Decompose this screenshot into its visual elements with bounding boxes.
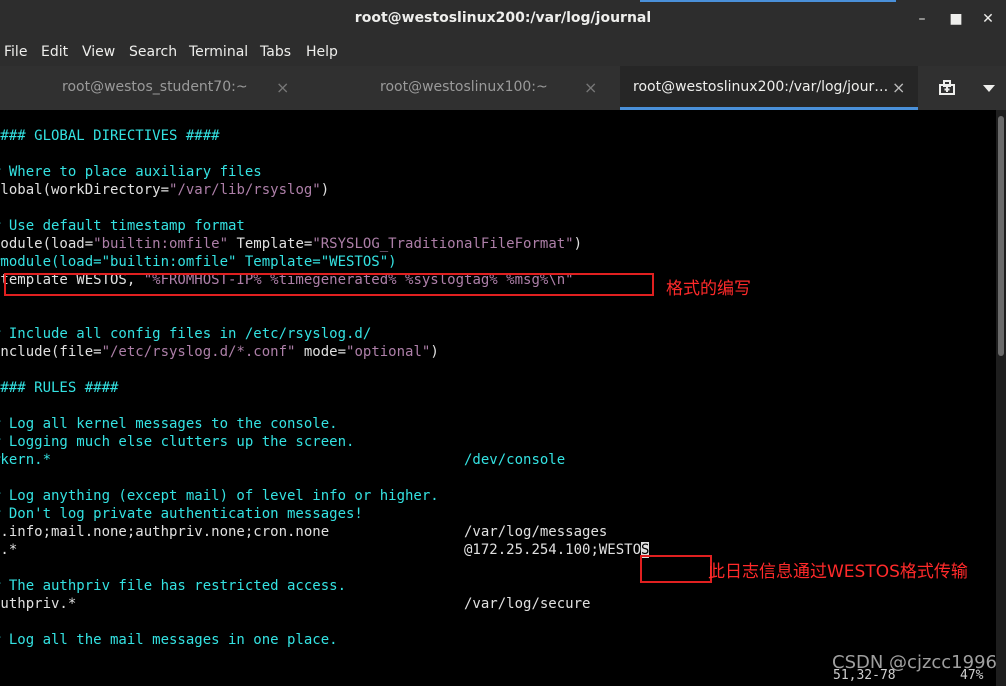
terminal-text: # Log all the mail messages in one place… bbox=[0, 632, 338, 648]
terminal-line: # The authpriv file has restricted acces… bbox=[0, 577, 346, 595]
terminal-text: # Logging much else clutters up the scre… bbox=[0, 434, 355, 450]
terminal-line: #kern.* /dev/console bbox=[0, 451, 565, 469]
terminal-text: "/etc/rsyslog.d/*.conf" bbox=[101, 344, 296, 360]
menu-search[interactable]: Search bbox=[129, 44, 177, 60]
terminal-line: #### RULES #### bbox=[0, 379, 118, 397]
terminal-text: global(workDirectory= bbox=[0, 182, 170, 198]
terminal-text: # Use default timestamp format bbox=[0, 218, 245, 234]
terminal-text: # Log anything (except mail) of level in… bbox=[0, 488, 439, 504]
terminal-text: module(load= bbox=[0, 236, 94, 252]
terminal-text: "/var/lib/rsyslog" bbox=[169, 182, 321, 198]
terminal-line: # Log all the mail messages in one place… bbox=[0, 631, 338, 649]
terminal-text: ) bbox=[430, 344, 439, 360]
terminal-text: # The authpriv file has restricted acces… bbox=[0, 578, 347, 594]
terminal-line: # Where to place auxiliary files bbox=[0, 163, 262, 181]
terminal-text: authpriv.* /var/log/secure bbox=[0, 596, 591, 612]
close-icon[interactable]: ✕ bbox=[979, 10, 997, 28]
new-tab-icon[interactable] bbox=[938, 66, 958, 110]
terminal-line: *.info;mail.none;authpriv.none;cron.none… bbox=[0, 523, 607, 541]
tab-close-icon[interactable]: × bbox=[276, 78, 289, 97]
terminal-view[interactable]: #### GLOBAL DIRECTIVES #### # Where to pl… bbox=[0, 110, 996, 686]
template-highlight-box bbox=[4, 273, 654, 296]
menu-tabs[interactable]: Tabs bbox=[260, 44, 291, 60]
tab-westoslinux100[interactable]: root@westoslinux100:~ × bbox=[310, 66, 620, 110]
terminal-text: "optional" bbox=[346, 344, 431, 360]
tab-label: root@westos_student70:~ bbox=[62, 79, 248, 95]
terminal-text: ) bbox=[573, 236, 583, 252]
terminal-text: "RSYSLOG_TraditionalFileFormat" bbox=[312, 236, 574, 252]
tab-label: root@westoslinux200:/var/log/jour… bbox=[633, 79, 889, 95]
minimize-icon[interactable]: – bbox=[913, 10, 931, 28]
terminal-line: # Include all config files in /etc/rsysl… bbox=[0, 325, 371, 343]
terminal-line: # Use default timestamp format bbox=[0, 217, 245, 235]
terminal-line: # Log all kernel messages to the console… bbox=[0, 415, 338, 433]
terminal-line: # Log anything (except mail) of level in… bbox=[0, 487, 439, 505]
tab-label: root@westoslinux100:~ bbox=[380, 79, 548, 95]
terminal-line: authpriv.* /var/log/secure bbox=[0, 595, 590, 613]
terminal-text: # Don't log private authentication messa… bbox=[0, 506, 363, 522]
terminal-text: Template= bbox=[228, 236, 313, 252]
tab-close-icon[interactable]: × bbox=[584, 78, 597, 97]
menu-view[interactable]: View bbox=[82, 44, 115, 60]
titlebar-accent bbox=[640, 0, 896, 2]
terminal-line: # Don't log private authentication messa… bbox=[0, 505, 363, 523]
menu-help[interactable]: Help bbox=[306, 44, 338, 60]
terminal-text: # Log all kernel messages to the console… bbox=[0, 416, 338, 432]
terminal-text: #### RULES #### bbox=[0, 380, 119, 396]
terminal-text: # Include all config files in /etc/rsysl… bbox=[0, 326, 372, 342]
terminal-line: # Logging much else clutters up the scre… bbox=[0, 433, 354, 451]
terminal-text: include(file= bbox=[0, 344, 102, 360]
terminal-text: mode= bbox=[295, 344, 347, 360]
scroll-percent: 47% bbox=[960, 668, 984, 683]
menu-bar: File Edit View Search Terminal Tabs Help bbox=[0, 38, 1006, 66]
terminal-text: #kern.* /dev/console bbox=[0, 452, 566, 468]
template-annotation: 格式的编写 bbox=[666, 279, 751, 299]
cursor-position: 51,32-78 bbox=[833, 668, 896, 683]
menu-file[interactable]: File bbox=[4, 44, 27, 60]
window-title: root@westoslinux200:/var/log/journal bbox=[354, 10, 652, 26]
terminal-line: #module(load="builtin:omfile" Template="… bbox=[0, 253, 397, 271]
terminal-text: #module(load="builtin:omfile" Template="… bbox=[0, 254, 397, 270]
tab-westoslinux200[interactable]: root@westoslinux200:/var/log/jour… × bbox=[620, 66, 918, 110]
terminal-line: module(load="builtin:omfile" Template="R… bbox=[0, 235, 582, 253]
terminal-text: *.info;mail.none;authpriv.none;cron.none… bbox=[0, 524, 608, 540]
westos-highlight-box bbox=[640, 555, 712, 583]
scrollbar[interactable] bbox=[996, 110, 1006, 686]
chevron-down-icon[interactable] bbox=[980, 66, 1000, 110]
tab-close-icon[interactable]: × bbox=[892, 78, 905, 97]
menu-edit[interactable]: Edit bbox=[41, 44, 68, 60]
terminal-line: include(file="/etc/rsyslog.d/*.conf" mod… bbox=[0, 343, 439, 361]
maximize-icon[interactable]: ■ bbox=[947, 10, 965, 28]
terminal-text: #### GLOBAL DIRECTIVES #### bbox=[0, 128, 220, 144]
scrollbar-thumb[interactable] bbox=[998, 116, 1004, 356]
tab-bar: root@westos_student70:~ × root@westoslin… bbox=[0, 66, 1006, 111]
menu-terminal[interactable]: Terminal bbox=[189, 44, 248, 60]
terminal-line: *.* @172.25.254.100;WESTOS bbox=[0, 541, 650, 559]
window-titlebar: root@westoslinux200:/var/log/journal – ■… bbox=[0, 0, 1006, 38]
tab-westos-student70[interactable]: root@westos_student70:~ × bbox=[0, 66, 310, 110]
terminal-text: *.* @172.25.254.100;WESTO bbox=[0, 542, 642, 558]
terminal-text: ) bbox=[320, 182, 330, 198]
terminal-text: # Where to place auxiliary files bbox=[0, 164, 262, 180]
terminal-text: "builtin:omfile" bbox=[93, 236, 229, 252]
forward-annotation: 此日志信息通过WESTOS格式传输 bbox=[708, 562, 968, 582]
terminal-line: #### GLOBAL DIRECTIVES #### bbox=[0, 127, 220, 145]
terminal-line: global(workDirectory="/var/lib/rsyslog") bbox=[0, 181, 329, 199]
